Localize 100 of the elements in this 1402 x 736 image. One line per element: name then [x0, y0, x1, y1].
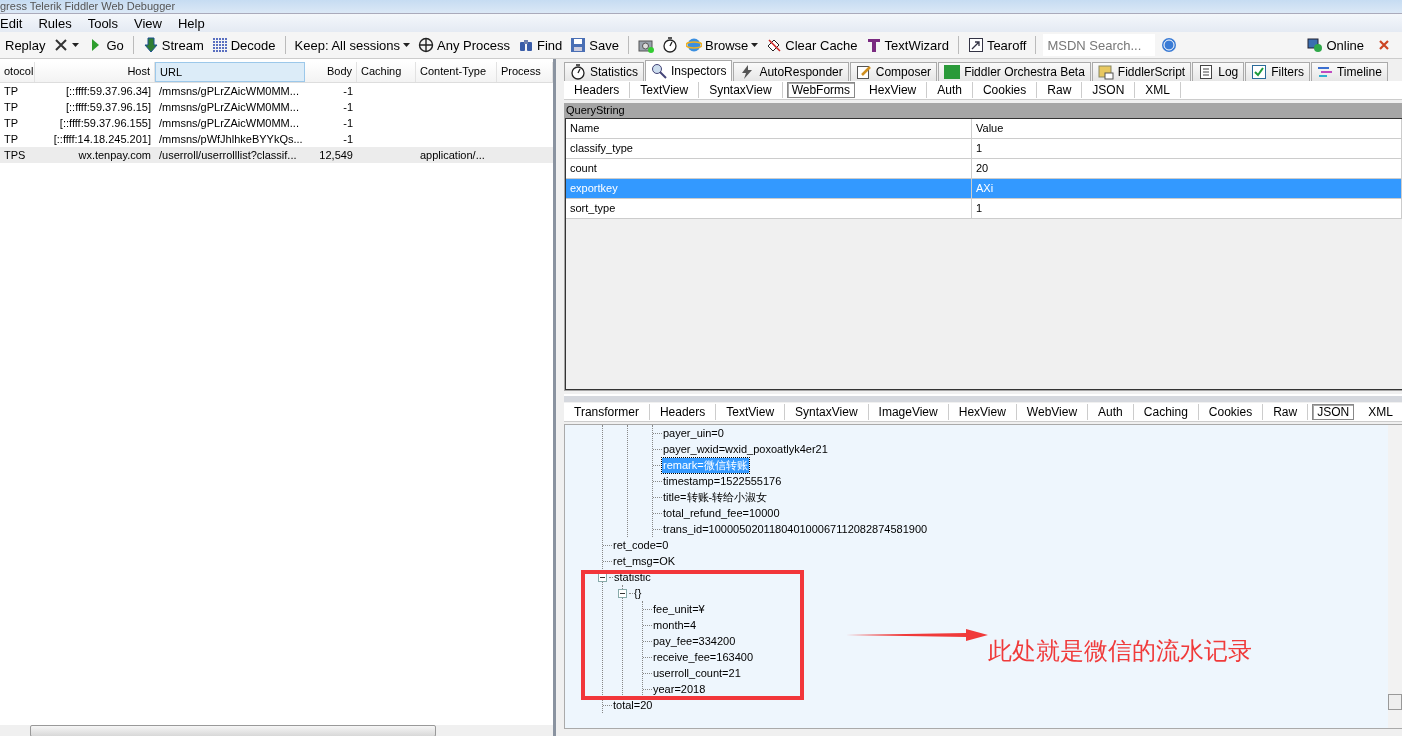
tab[interactable]: SyntaxView — [699, 82, 783, 98]
toolbar-button[interactable]: Go — [85, 37, 126, 53]
menu-item[interactable]: Tools — [87, 15, 124, 31]
tab[interactable]: Headers — [649, 404, 717, 420]
session-row[interactable]: TP [::ffff:59.37.96.155] /mmsns/gPLrZAicWM0MM... -1 — [0, 115, 553, 131]
tab[interactable]: HexView — [859, 82, 928, 98]
table-cell: 1 — [972, 199, 1402, 218]
window-icon — [967, 37, 984, 53]
tab[interactable]: XML — [1135, 82, 1181, 98]
session-row[interactable]: TP [::ffff:59.37.96.15] /mmsns/gPLrZAicWM0MM... -1 — [0, 99, 553, 115]
tab[interactable]: WebForms — [786, 82, 856, 98]
tree-node[interactable]: payer_wxid=wxid_poxoatlyk4er21 — [662, 443, 829, 455]
toolbar-button[interactable]: TextWizard — [863, 37, 951, 53]
tab[interactable]: Cookies — [1198, 404, 1264, 420]
collapse-toggle[interactable] — [618, 588, 627, 598]
toolbar-button[interactable]: Find — [516, 37, 565, 53]
tree-node[interactable]: ret_code=0 — [612, 539, 670, 551]
session-row[interactable]: TP [::ffff:59.37.96.34] /mmsns/gPLrZAicWM0MM... -1 — [0, 83, 553, 99]
tree-node[interactable]: payer_uin=0 — [662, 427, 725, 439]
toolbar-button[interactable]: Any Process — [416, 37, 513, 53]
tab[interactable]: JSON — [1312, 404, 1355, 420]
tree-node[interactable]: total_refund_fee=10000 — [662, 507, 781, 519]
tree-node[interactable]: receive_fee=163400 — [652, 651, 754, 663]
toolbar-button[interactable]: Decode — [209, 37, 278, 53]
tree-node[interactable]: statistic — [613, 571, 652, 583]
menu-item[interactable]: Help — [177, 15, 211, 31]
table-cell: 1 — [972, 139, 1402, 158]
tab[interactable]: Caching — [1133, 404, 1199, 420]
tree-node[interactable]: month=4 — [652, 619, 698, 631]
tab[interactable]: Raw — [1263, 404, 1309, 420]
column-header[interactable]: otocol — [0, 62, 35, 82]
tab[interactable]: SyntaxView — [785, 404, 869, 420]
online-button[interactable]: Online — [1305, 37, 1366, 53]
toolbar-button[interactable]: Save — [568, 37, 621, 53]
session-row[interactable]: TPS wx.tenpay.com /userroll/userrolllist?classif... 12,549 application/... — [0, 147, 553, 163]
tab[interactable]: FiddlerScript — [1091, 62, 1192, 81]
toolbar-button[interactable]: Keep: All sessions — [292, 37, 413, 53]
tree-node[interactable]: fee_unit=¥ — [652, 603, 706, 615]
tab[interactable]: Composer — [849, 62, 938, 81]
tree-node[interactable]: year=2018 — [652, 683, 707, 695]
tree-node[interactable]: pay_fee=334200 — [652, 635, 737, 647]
menu-item[interactable]: Rules — [38, 15, 78, 31]
collapse-toggle[interactable] — [598, 572, 607, 582]
tab[interactable]: Raw — [1037, 82, 1083, 98]
column-header[interactable]: Host — [35, 62, 155, 82]
tab[interactable]: Filters — [1245, 62, 1310, 81]
menu-item[interactable]: View — [134, 15, 168, 31]
column-header[interactable]: Process — [497, 62, 553, 82]
caret-icon — [72, 43, 80, 47]
menu-item[interactable]: Edit — [0, 15, 29, 31]
tab[interactable]: Auth — [927, 82, 973, 98]
vertical-scrollbar[interactable] — [1387, 425, 1402, 728]
caret-icon — [403, 43, 411, 47]
globe-icon — [685, 37, 702, 53]
tab[interactable]: Inspectors — [645, 60, 733, 81]
tab[interactable]: Headers — [564, 82, 631, 98]
tree-node[interactable]: total=20 — [612, 699, 654, 711]
tree-node[interactable]: ret_msg=OK — [612, 555, 677, 567]
tree-node[interactable]: {} — [633, 587, 643, 599]
tab[interactable]: Log — [1192, 62, 1245, 81]
tab[interactable]: AutoResponder — [733, 62, 849, 81]
tab[interactable]: Transformer — [564, 404, 650, 420]
session-row[interactable]: TP [::ffff:14.18.245.201] /mmsns/pWfJhlhkeBYYkQs... -1 — [0, 131, 553, 147]
query-row[interactable]: sort_type 1 — [566, 199, 1402, 219]
tab[interactable]: Auth — [1088, 404, 1134, 420]
query-row[interactable]: classify_type 1 — [566, 139, 1402, 159]
tab[interactable]: Statistics — [564, 62, 644, 81]
down-arrow-icon — [142, 37, 159, 53]
horizontal-scrollbar[interactable] — [0, 725, 553, 736]
tree-node[interactable]: timestamp=1522555176 — [662, 475, 783, 487]
toolbar-button[interactable]: Stream — [140, 37, 206, 53]
close-icon[interactable] — [1378, 39, 1390, 51]
tab[interactable]: TextView — [716, 404, 786, 420]
tree-node[interactable]: trans_id=100005020118040100067112082874581900 — [662, 523, 929, 535]
tree-node[interactable]: title=转账-转给小淑女 — [662, 489, 769, 505]
query-row[interactable]: count 20 — [566, 159, 1402, 179]
magnifier-icon — [651, 63, 667, 79]
tab[interactable]: Fiddler Orchestra Beta — [938, 62, 1091, 81]
tree-node[interactable]: userroll_count=21 — [652, 667, 742, 679]
column-header[interactable]: Caching — [357, 62, 416, 82]
toolbar-button[interactable]: Tearoff — [965, 37, 1029, 53]
tab[interactable]: XML — [1358, 404, 1402, 420]
tab[interactable]: WebView — [1016, 404, 1089, 420]
table-cell-text: /mmsns/gPLrZAicWM0MM... — [158, 100, 300, 115]
column-header[interactable]: Body — [305, 62, 357, 82]
table-cell-text: /mmsns/pWfJhlhkeBYYkQs... — [158, 132, 304, 147]
tab[interactable]: ImageView — [868, 404, 949, 420]
tab[interactable]: TextView — [630, 82, 700, 98]
column-header[interactable]: URL — [155, 62, 305, 82]
tab[interactable]: Timeline — [1310, 62, 1388, 81]
column-header[interactable]: Content-Type — [416, 62, 497, 82]
binoculars-icon — [518, 37, 535, 53]
search-field[interactable]: MSDN Search... — [1043, 34, 1156, 56]
tab[interactable]: JSON — [1082, 82, 1136, 98]
tab[interactable]: Cookies — [972, 82, 1038, 98]
table-cell: 20 — [972, 159, 1402, 178]
toolbar-button[interactable]: Clear Cache — [764, 37, 860, 53]
toolbar-button[interactable]: Replay — [3, 37, 48, 53]
tab[interactable]: HexView — [948, 404, 1017, 420]
toolbar-button[interactable]: Browse — [683, 37, 761, 53]
